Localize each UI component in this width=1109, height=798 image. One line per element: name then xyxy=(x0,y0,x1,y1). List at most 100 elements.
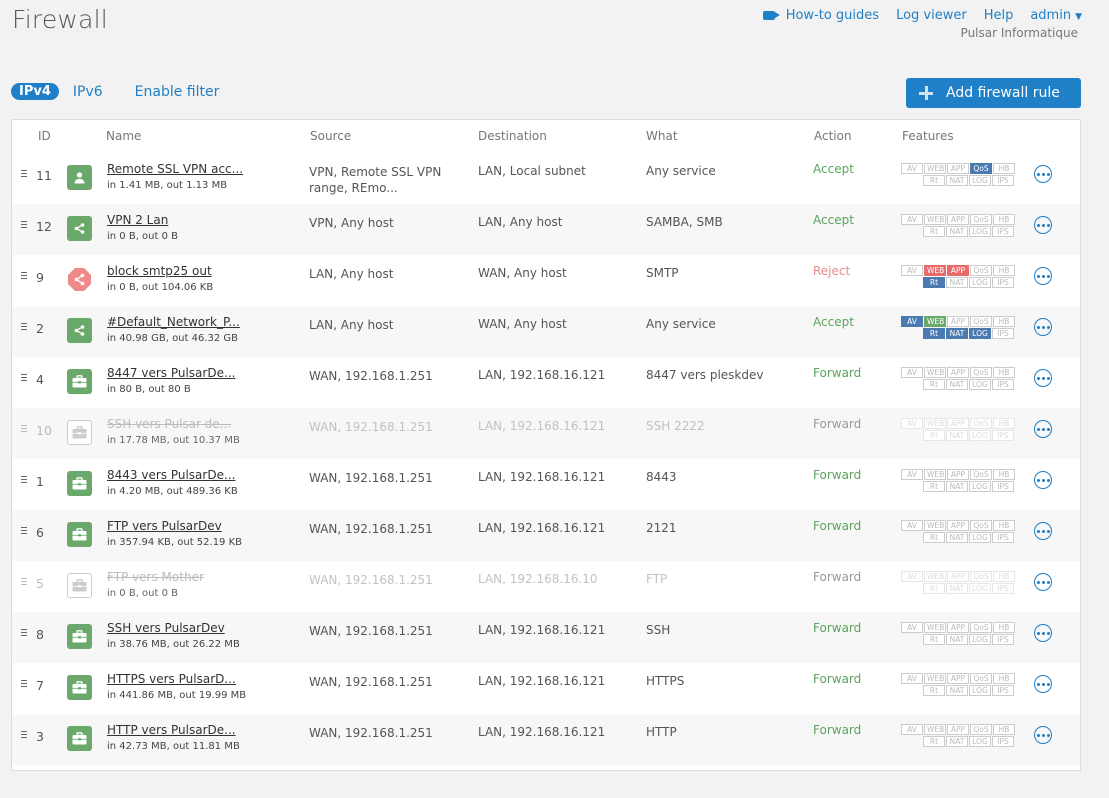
rule-id: 9 xyxy=(36,270,44,285)
tab-ipv4[interactable]: IPv4 xyxy=(11,83,59,100)
rule-service: 2121 xyxy=(646,521,677,535)
feature-badge-rt: Rt xyxy=(923,175,945,186)
feature-badge-log: LOG xyxy=(969,277,991,288)
drag-handle-icon[interactable] xyxy=(21,527,27,536)
drag-handle-icon[interactable] xyxy=(21,731,27,740)
more-options-icon[interactable] xyxy=(1034,318,1052,336)
drag-handle-icon[interactable] xyxy=(21,680,27,689)
drag-handle-icon[interactable] xyxy=(21,476,27,485)
feature-badge-rt: Rt xyxy=(923,583,945,594)
rule-source: WAN, 192.168.1.251 xyxy=(309,369,433,383)
feature-badge-av: AV xyxy=(901,316,923,327)
rule-name-link[interactable]: HTTPS vers PulsarD... xyxy=(107,672,236,686)
user-menu[interactable]: admin ▼ xyxy=(1030,8,1082,23)
feature-badge-ips: IPS xyxy=(992,532,1014,543)
feature-badge-app: APP xyxy=(947,163,969,174)
table-row[interactable]: 8 SSH vers PulsarDev in 38.76 MB, out 26… xyxy=(12,612,1080,663)
briefcase-icon xyxy=(67,726,92,751)
table-row[interactable]: 1 8443 vers PulsarDe... in 4.20 MB, out … xyxy=(12,459,1080,510)
rule-service: SMTP xyxy=(646,266,679,280)
more-options-icon[interactable] xyxy=(1034,420,1052,438)
drag-handle-icon[interactable] xyxy=(21,578,27,587)
more-options-icon[interactable] xyxy=(1034,726,1052,744)
rule-name-link[interactable]: HTTP vers PulsarDe... xyxy=(107,723,236,737)
feature-badge-av: AV xyxy=(901,520,923,531)
drag-handle-icon[interactable] xyxy=(21,425,27,434)
column-header-name[interactable]: Name xyxy=(106,129,141,143)
rule-traffic: in 42.73 MB, out 11.81 MB xyxy=(107,741,240,752)
feature-badge-nat: NAT xyxy=(946,532,968,543)
feature-badge-web: WEB xyxy=(924,265,946,276)
rule-name-link[interactable]: #Default_Network_P... xyxy=(107,315,240,329)
rule-service: SSH 2222 xyxy=(646,419,705,433)
table-row[interactable]: 5 FTP vers Mother in 0 B, out 0 B WAN, 1… xyxy=(12,561,1080,612)
feature-badge-qos: QoS xyxy=(970,265,992,276)
feature-badge-hb: HB xyxy=(993,520,1015,531)
more-options-icon[interactable] xyxy=(1034,573,1052,591)
rule-name-link[interactable]: Remote SSL VPN acc... xyxy=(107,162,243,176)
feature-badge-av: AV xyxy=(901,367,923,378)
rule-service: 8447 vers pleskdev xyxy=(646,368,764,382)
column-header-action[interactable]: Action xyxy=(814,129,852,143)
rule-destination: LAN, Local subnet xyxy=(478,164,586,178)
rule-name-link[interactable]: SSH vers Pulsar-de... xyxy=(107,417,231,431)
user-name: admin xyxy=(1030,8,1072,23)
table-row[interactable]: 9 block smtp25 out in 0 B, out 104.06 KB… xyxy=(12,255,1080,306)
drag-handle-icon[interactable] xyxy=(21,272,27,281)
rule-name-link[interactable]: block smtp25 out xyxy=(107,264,212,278)
more-options-icon[interactable] xyxy=(1034,267,1052,285)
drag-handle-icon[interactable] xyxy=(21,374,27,383)
rule-traffic: in 40.98 GB, out 46.32 GB xyxy=(107,333,239,344)
drag-handle-icon[interactable] xyxy=(21,629,27,638)
more-options-icon[interactable] xyxy=(1034,624,1052,642)
add-firewall-rule-label: Add firewall rule xyxy=(946,85,1060,101)
more-options-icon[interactable] xyxy=(1034,165,1052,183)
column-header-what[interactable]: What xyxy=(646,129,678,143)
rule-id: 2 xyxy=(36,321,44,336)
rule-destination: LAN, 192.168.16.10 xyxy=(478,572,598,586)
more-options-icon[interactable] xyxy=(1034,216,1052,234)
add-firewall-rule-button[interactable]: Add firewall rule xyxy=(906,78,1081,108)
drag-handle-icon[interactable] xyxy=(21,221,27,230)
rule-name-link[interactable]: FTP vers Mother xyxy=(107,570,204,584)
table-row[interactable]: 4 8447 vers PulsarDe... in 80 B, out 80 … xyxy=(12,357,1080,408)
feature-badge-web: WEB xyxy=(924,520,946,531)
rule-name-link[interactable]: 8443 vers PulsarDe... xyxy=(107,468,235,482)
more-options-icon[interactable] xyxy=(1034,369,1052,387)
enable-filter-link[interactable]: Enable filter xyxy=(135,84,220,100)
table-row[interactable]: 7 HTTPS vers PulsarD... in 441.86 MB, ou… xyxy=(12,663,1080,714)
more-options-icon[interactable] xyxy=(1034,675,1052,693)
table-row[interactable]: 6 FTP vers PulsarDev in 357.94 KB, out 5… xyxy=(12,510,1080,561)
feature-badge-log: LOG xyxy=(969,583,991,594)
more-options-icon[interactable] xyxy=(1034,471,1052,489)
more-options-icon[interactable] xyxy=(1034,522,1052,540)
rule-traffic: in 38.76 MB, out 26.22 MB xyxy=(107,639,240,650)
feature-badge-web: WEB xyxy=(924,622,946,633)
help-link[interactable]: Help xyxy=(984,8,1014,23)
rule-name-link[interactable]: FTP vers PulsarDev xyxy=(107,519,222,533)
rule-name-link[interactable]: VPN 2 Lan xyxy=(107,213,168,227)
rule-destination: LAN, 192.168.16.121 xyxy=(478,419,606,433)
table-row[interactable]: 3 HTTP vers PulsarDe... in 42.73 MB, out… xyxy=(12,714,1080,765)
log-viewer-link[interactable]: Log viewer xyxy=(896,8,967,23)
column-header-destination[interactable]: Destination xyxy=(478,129,547,143)
drag-handle-icon[interactable] xyxy=(21,323,27,332)
rule-name-link[interactable]: SSH vers PulsarDev xyxy=(107,621,225,635)
feature-badge-qos: QoS xyxy=(970,622,992,633)
feature-badge-ips: IPS xyxy=(992,328,1014,339)
drag-handle-icon[interactable] xyxy=(21,170,27,179)
rule-source: WAN, 192.168.1.251 xyxy=(309,624,433,638)
feature-badge-nat: NAT xyxy=(946,583,968,594)
table-row[interactable]: 12 VPN 2 Lan in 0 B, out 0 B VPN, Any ho… xyxy=(12,204,1080,255)
column-header-source[interactable]: Source xyxy=(310,129,351,143)
feature-badge-web: WEB xyxy=(924,316,946,327)
how-to-guides-link[interactable]: How-to guides xyxy=(762,8,879,23)
table-row[interactable]: 11 Remote SSL VPN acc... in 1.41 MB, out… xyxy=(12,153,1080,204)
feature-badge-web: WEB xyxy=(924,673,946,684)
rule-name-link[interactable]: 8447 vers PulsarDe... xyxy=(107,366,235,380)
rule-action: Forward xyxy=(813,519,862,533)
table-row[interactable]: 10 SSH vers Pulsar-de... in 17.78 MB, ou… xyxy=(12,408,1080,459)
table-row[interactable]: 2 #Default_Network_P... in 40.98 GB, out… xyxy=(12,306,1080,357)
tab-ipv6[interactable]: IPv6 xyxy=(73,84,103,100)
column-header-id[interactable]: ID xyxy=(38,129,51,143)
